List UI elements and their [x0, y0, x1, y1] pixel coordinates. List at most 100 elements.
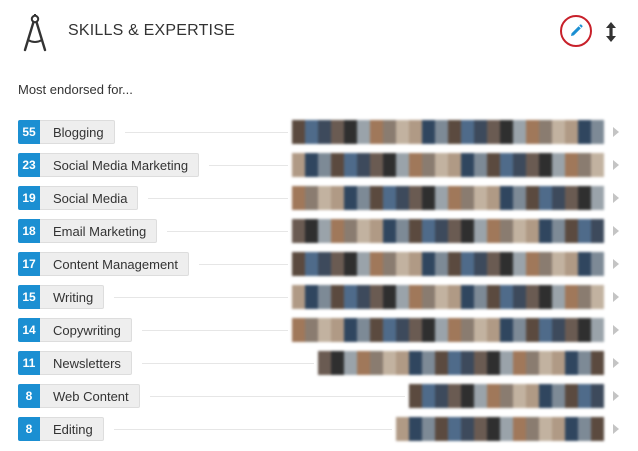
skill-pill[interactable]: 8 Web Content	[18, 384, 140, 408]
endorser-avatar	[422, 318, 435, 342]
row-divider	[142, 330, 288, 331]
chevron-right-icon[interactable]	[613, 259, 619, 269]
skill-pill[interactable]: 17 Content Management	[18, 252, 190, 276]
skill-row: 23 Social Media Marketing	[0, 153, 638, 186]
endorser-avatar	[318, 153, 331, 177]
endorser-avatar	[305, 219, 318, 243]
endorser-avatar	[500, 252, 513, 276]
endorser-avatar	[591, 120, 604, 144]
chevron-right-icon[interactable]	[613, 424, 619, 434]
skill-pill[interactable]: 8 Editing	[18, 417, 104, 441]
skill-pill[interactable]: 11 Newsletters	[18, 351, 132, 375]
endorsement-count-badge: 8	[18, 384, 40, 408]
skill-name: Social Media	[40, 186, 139, 210]
endorser-avatar	[409, 120, 422, 144]
endorsement-count-badge: 18	[18, 219, 40, 243]
endorser-thumbnails[interactable]	[292, 318, 604, 342]
row-divider	[125, 132, 288, 133]
endorser-avatar	[396, 351, 409, 375]
endorser-avatar	[539, 285, 552, 309]
endorser-avatar	[526, 417, 539, 441]
endorser-avatar	[370, 285, 383, 309]
endorser-avatar	[513, 219, 526, 243]
row-divider	[142, 363, 314, 364]
endorser-avatar	[591, 186, 604, 210]
chevron-right-icon[interactable]	[613, 127, 619, 137]
endorser-thumbnails[interactable]	[292, 219, 604, 243]
skill-pill[interactable]: 23 Social Media Marketing	[18, 153, 200, 177]
endorser-avatar	[474, 186, 487, 210]
endorser-avatar	[448, 417, 461, 441]
chevron-right-icon[interactable]	[613, 226, 619, 236]
endorser-avatar	[422, 384, 435, 408]
chevron-right-icon[interactable]	[613, 160, 619, 170]
chevron-right-icon[interactable]	[613, 391, 619, 401]
endorser-avatar	[500, 417, 513, 441]
endorser-thumbnails[interactable]	[292, 153, 604, 177]
endorser-thumbnails[interactable]	[292, 252, 604, 276]
endorser-avatar	[422, 153, 435, 177]
skill-pill[interactable]: 15 Writing	[18, 285, 105, 309]
endorser-avatar	[513, 318, 526, 342]
endorser-avatar	[461, 120, 474, 144]
edit-button[interactable]	[560, 15, 592, 47]
endorser-avatar	[539, 186, 552, 210]
endorsement-count-badge: 55	[18, 120, 40, 144]
endorser-avatar	[344, 285, 357, 309]
endorser-avatar	[591, 252, 604, 276]
endorser-avatar	[487, 186, 500, 210]
endorser-avatar	[344, 252, 357, 276]
skill-pill[interactable]: 14 Copywriting	[18, 318, 132, 342]
endorser-avatar	[422, 186, 435, 210]
skill-name: Web Content	[40, 384, 140, 408]
skill-row: 18 Email Marketing	[0, 219, 638, 252]
endorser-avatar	[292, 186, 305, 210]
endorser-avatar	[422, 351, 435, 375]
endorser-thumbnails[interactable]	[409, 384, 604, 408]
endorser-avatar	[487, 219, 500, 243]
chevron-right-icon[interactable]	[613, 358, 619, 368]
endorser-avatar	[383, 153, 396, 177]
skill-pill[interactable]: 55 Blogging	[18, 120, 115, 144]
endorser-avatar	[383, 186, 396, 210]
endorser-avatar	[422, 252, 435, 276]
chevron-right-icon[interactable]	[613, 193, 619, 203]
endorser-avatar	[318, 120, 331, 144]
compass-drafting-icon	[23, 14, 47, 52]
up-down-arrows-icon[interactable]	[604, 22, 618, 42]
endorser-thumbnails[interactable]	[292, 186, 604, 210]
endorser-avatar	[552, 285, 565, 309]
endorser-avatar	[318, 351, 331, 375]
endorser-avatar	[331, 351, 344, 375]
endorser-avatar	[383, 120, 396, 144]
endorser-thumbnails[interactable]	[318, 351, 604, 375]
endorser-avatar	[383, 285, 396, 309]
endorser-avatar	[513, 351, 526, 375]
endorser-avatar	[552, 318, 565, 342]
most-endorsed-heading: Most endorsed for...	[18, 82, 133, 97]
endorser-avatar	[396, 318, 409, 342]
row-divider	[148, 198, 288, 199]
endorser-thumbnails[interactable]	[292, 285, 604, 309]
endorser-avatar	[513, 252, 526, 276]
endorsement-count-badge: 11	[18, 351, 40, 375]
skill-row: 8 Editing	[0, 417, 638, 450]
endorser-avatar	[539, 384, 552, 408]
skill-pill[interactable]: 18 Email Marketing	[18, 219, 158, 243]
endorser-avatar	[591, 219, 604, 243]
skill-name: Copywriting	[40, 318, 132, 342]
endorser-thumbnails[interactable]	[292, 120, 604, 144]
endorser-avatar	[500, 153, 513, 177]
endorser-avatar	[357, 186, 370, 210]
chevron-right-icon[interactable]	[613, 292, 619, 302]
endorser-avatar	[552, 417, 565, 441]
endorser-thumbnails[interactable]	[396, 417, 604, 441]
skill-row: 15 Writing	[0, 285, 638, 318]
endorser-avatar	[552, 219, 565, 243]
skill-pill[interactable]: 19 Social Media	[18, 186, 139, 210]
endorser-avatar	[331, 120, 344, 144]
endorser-avatar	[487, 351, 500, 375]
endorser-avatar	[513, 417, 526, 441]
chevron-right-icon[interactable]	[613, 325, 619, 335]
endorser-avatar	[396, 120, 409, 144]
